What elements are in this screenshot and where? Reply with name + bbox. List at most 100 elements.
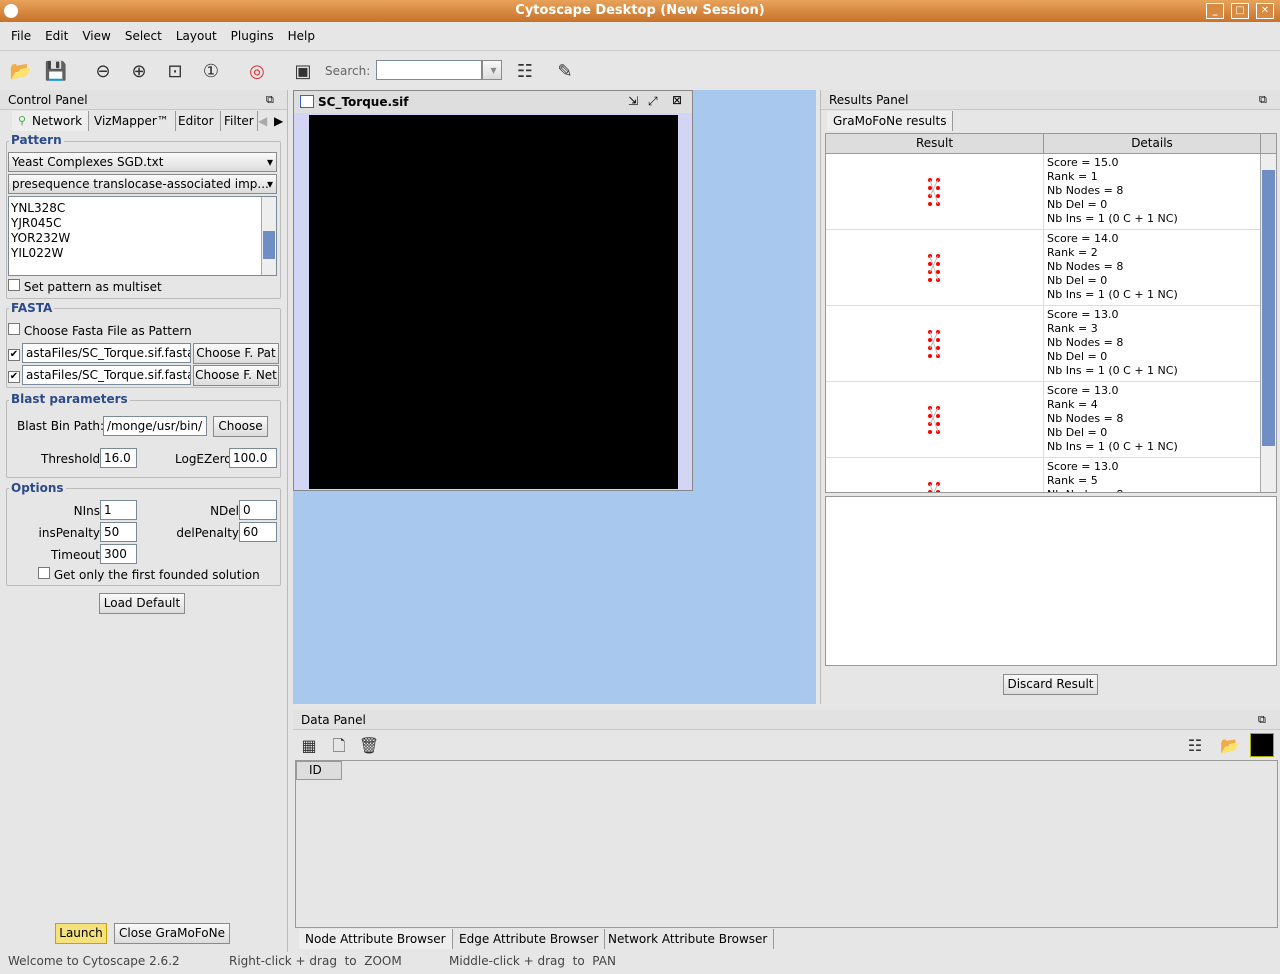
results-scrollbar[interactable]: [1260, 154, 1276, 492]
tab-gramofone-results[interactable]: GraMoFoNe results: [827, 111, 954, 131]
choose-fasta-pattern-button[interactable]: Choose F. Pat: [193, 343, 279, 364]
menu-layout[interactable]: Layout: [169, 29, 224, 43]
menu-view[interactable]: View: [75, 29, 117, 43]
list-item[interactable]: YIL022W: [11, 246, 274, 261]
import-folder-icon[interactable]: 📂: [1217, 733, 1243, 759]
fasta-pattern-checkbox[interactable]: Choose Fasta File as Pattern: [8, 323, 192, 338]
detail-line: Nb Nodes = 8: [1047, 260, 1124, 273]
ndel-field[interactable]: 0: [239, 500, 277, 520]
select-attributes-icon[interactable]: ▦: [296, 733, 322, 759]
heatmap-icon[interactable]: [1250, 733, 1274, 757]
list-settings-icon[interactable]: ☷: [512, 59, 538, 85]
export-icon[interactable]: ✎: [552, 59, 578, 85]
menu-select[interactable]: Select: [118, 29, 169, 43]
search-dropdown-icon[interactable]: ▾: [482, 60, 502, 80]
list-item[interactable]: YJR045C: [11, 216, 274, 231]
first-solution-checkbox[interactable]: Get only the first founded solution: [38, 567, 260, 582]
complex-select[interactable]: presequence translocase-associated imp..…: [8, 174, 277, 194]
graph-node: [928, 490, 932, 492]
pattern-file-select[interactable]: Yeast Complexes SGD.txt ▾: [8, 152, 277, 172]
delpenalty-field[interactable]: 60: [239, 522, 277, 542]
scroll-thumb[interactable]: [1262, 170, 1275, 446]
fasta-pattern-file-field[interactable]: astaFiles/SC_Torque.sif.fasta: [22, 343, 191, 363]
choose-fasta-network-button[interactable]: Choose F. Net: [193, 365, 279, 386]
tab-editor[interactable]: Editor: [172, 111, 221, 131]
fasta2-checkbox[interactable]: ✔: [8, 368, 20, 383]
close-gramofone-button[interactable]: Close GraMoFoNe: [114, 923, 230, 944]
iconify-icon[interactable]: ⇲: [628, 94, 638, 108]
graph-node: [936, 490, 940, 492]
open-folder-icon[interactable]: 📂: [8, 59, 34, 85]
inspenalty-field[interactable]: 50: [100, 522, 137, 542]
blast-path-field[interactable]: /monge/usr/bin/: [103, 416, 207, 436]
column-header-details[interactable]: Details: [1044, 134, 1261, 153]
nins-field[interactable]: 1: [100, 500, 137, 520]
column-header-result[interactable]: Result: [826, 134, 1044, 153]
list-item[interactable]: YOR232W: [11, 231, 274, 246]
maximize-frame-icon[interactable]: ⤢: [648, 94, 658, 109]
zoom-out-icon[interactable]: ⊖: [90, 59, 116, 85]
list-scrollbar[interactable]: [261, 197, 276, 275]
minimize-button[interactable]: _: [1206, 3, 1224, 19]
graph-node: [928, 430, 932, 434]
new-attribute-icon[interactable]: 🗋: [326, 733, 352, 759]
scroll-thumb[interactable]: [263, 231, 275, 259]
multiset-checkbox[interactable]: Set pattern as multiset: [8, 279, 162, 294]
result-row[interactable]: Score = 13.0 Rank = 4 Nb Nodes = 8 Nb Del =…: [826, 382, 1276, 458]
zoom-in-icon[interactable]: ⊕: [126, 59, 152, 85]
result-row[interactable]: Score = 15.0 Rank = 1 Nb Nodes = 8 Nb Del =…: [826, 154, 1276, 230]
close-window-button[interactable]: ✕: [1256, 3, 1274, 19]
network-desktop: SC_Torque.sif ⇲ ⤢ ⊠: [293, 90, 816, 704]
result-row[interactable]: Score = 13.0 Rank = 3 Nb Nodes = 8 Nb Del =…: [826, 306, 1276, 382]
float-panel-icon[interactable]: ⧉: [1259, 93, 1267, 107]
network-window-icon: [300, 95, 314, 108]
logezero-field[interactable]: 100.0: [229, 448, 277, 468]
blast-choose-button[interactable]: Choose: [213, 416, 268, 437]
pattern-list[interactable]: YNL328C YJR045C YOR232W YIL022W: [8, 196, 277, 276]
fasta-network-file-field[interactable]: astaFiles/SC_Torque.sif.fasta: [22, 365, 191, 385]
result-graph-svg: [928, 406, 940, 434]
tab-node-attribute-browser[interactable]: Node Attribute Browser: [299, 929, 453, 949]
threshold-field[interactable]: 16.0: [100, 448, 137, 468]
column-header-id[interactable]: ID: [296, 761, 342, 780]
tab-filter[interactable]: Filter: [218, 111, 258, 131]
launch-button[interactable]: Launch: [55, 923, 107, 944]
zoom-actual-icon[interactable]: ①: [198, 59, 224, 85]
menu-plugins[interactable]: Plugins: [224, 29, 281, 43]
network-window[interactable]: SC_Torque.sif ⇲ ⤢ ⊠: [293, 90, 693, 491]
help-lifebuoy-icon[interactable]: ◎: [244, 59, 270, 85]
results-table: Result Details Score = 15.0 Rank = 1 Nb No…: [825, 133, 1277, 493]
tab-scroll-right-icon[interactable]: ▶: [274, 114, 283, 128]
attribute-list-icon[interactable]: ☷: [1182, 733, 1208, 759]
result-row[interactable]: Score = 13.0Rank = 5Nb Nodes = 8: [826, 458, 1276, 492]
menu-help[interactable]: Help: [281, 29, 322, 43]
close-frame-icon[interactable]: ⊠: [672, 93, 682, 107]
result-row[interactable]: Score = 14.0 Rank = 2 Nb Nodes = 8 Nb Del =…: [826, 230, 1276, 306]
tab-edge-attribute-browser[interactable]: Edge Attribute Browser: [453, 929, 606, 949]
list-item[interactable]: YNL328C: [11, 201, 274, 216]
menu-file[interactable]: File: [4, 29, 38, 43]
vizmap-icon[interactable]: ▣: [290, 59, 316, 85]
search-input[interactable]: [376, 60, 482, 80]
save-icon[interactable]: 💾: [43, 59, 69, 85]
delete-attribute-icon[interactable]: 🗑: [356, 733, 382, 759]
graph-node: [936, 270, 940, 274]
network-canvas[interactable]: [309, 115, 678, 489]
tab-scroll-left-icon[interactable]: ◀: [258, 114, 267, 128]
result-details: Score = 13.0 Rank = 4 Nb Nodes = 8 Nb Del =…: [1044, 382, 1181, 457]
menu-edit[interactable]: Edit: [38, 29, 75, 43]
timeout-field[interactable]: 300: [100, 544, 137, 564]
discard-result-button[interactable]: Discard Result: [1003, 674, 1098, 695]
zoom-fit-icon[interactable]: ⊡: [162, 59, 188, 85]
float-panel-icon[interactable]: ⧉: [266, 93, 274, 107]
tab-vizmapper[interactable]: VizMapper™: [88, 111, 176, 131]
float-panel-icon[interactable]: ⧉: [1258, 713, 1266, 727]
maximize-button[interactable]: □: [1231, 3, 1249, 19]
results-panel-header: Results Panel: [821, 90, 1280, 110]
tab-network-attribute-browser[interactable]: Network Attribute Browser: [602, 929, 775, 949]
fasta1-checkbox[interactable]: ✔: [8, 346, 20, 361]
graph-node: [928, 278, 932, 282]
detail-line: Nb Del = 0: [1047, 198, 1108, 211]
detail-line: Nb Ins = 1 (0 C + 1 NC): [1047, 288, 1178, 301]
load-default-button[interactable]: Load Default: [99, 593, 185, 614]
